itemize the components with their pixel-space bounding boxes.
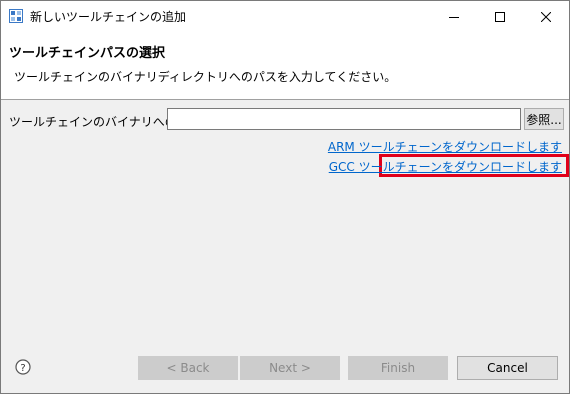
cancel-button[interactable]: Cancel: [457, 356, 558, 380]
finish-button[interactable]: Finish: [348, 356, 448, 380]
page-title: ツールチェインパスの選択: [9, 46, 166, 61]
minimize-button[interactable]: [431, 1, 477, 32]
window-title: 新しいツールチェインの追加: [30, 10, 187, 24]
minimize-icon: [449, 16, 459, 18]
wizard-footer: ? < Back Next > Finish Cancel: [1, 339, 569, 393]
maximize-button[interactable]: [477, 1, 523, 32]
gcc-download-link[interactable]: GCC ツールチェーンをダウンロードします: [329, 158, 562, 175]
wizard-content: ツールチェインのバイナリへのパス: 参照... ARM ツールチェーンをダウンロ…: [1, 101, 569, 339]
path-input[interactable]: [167, 108, 521, 130]
close-button[interactable]: [523, 1, 569, 32]
browse-button[interactable]: 参照...: [524, 108, 564, 130]
app-icon: [9, 9, 23, 23]
page-description: ツールチェインのバイナリディレクトリへのパスを入力してください。: [14, 70, 397, 84]
back-button[interactable]: < Back: [138, 356, 238, 380]
close-icon: [541, 11, 551, 22]
wizard-header: ツールチェインパスの選択 ツールチェインのバイナリディレクトリへのパスを入力して…: [1, 32, 569, 100]
maximize-icon: [495, 11, 505, 22]
dialog-window: 新しいツールチェインの追加 ツールチェインパスの選択 ツールチェインのバイナリデ…: [0, 0, 570, 394]
svg-text:?: ?: [20, 363, 25, 374]
title-bar[interactable]: 新しいツールチェインの追加: [1, 1, 569, 32]
next-button[interactable]: Next >: [240, 356, 340, 380]
arm-download-link[interactable]: ARM ツールチェーンをダウンロードします: [328, 138, 562, 155]
help-icon[interactable]: ?: [15, 359, 31, 375]
